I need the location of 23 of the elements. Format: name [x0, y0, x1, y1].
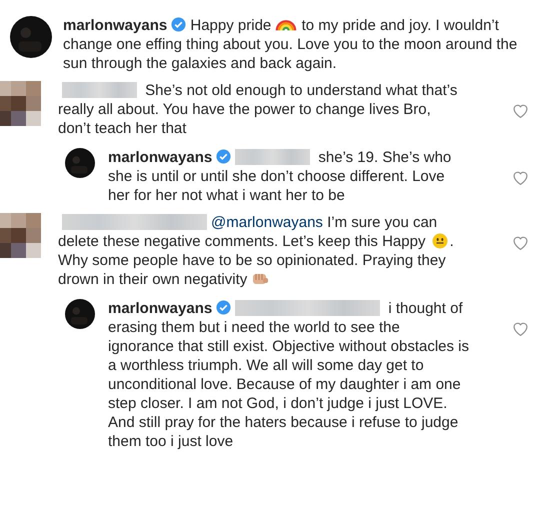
- mention-link[interactable]: @marlonwayans: [211, 214, 323, 231]
- heart-icon[interactable]: [512, 103, 529, 119]
- smiley-icon: [432, 233, 448, 249]
- avatar[interactable]: [65, 299, 95, 329]
- avatar[interactable]: [0, 81, 41, 126]
- username-link[interactable]: marlonwayans: [108, 149, 212, 166]
- verified-badge-icon: [171, 17, 186, 32]
- avatar[interactable]: [65, 148, 95, 178]
- comment-text: @marlonwayans I’m sure you can delete these negative comments. Let’s keep this Happy . Why some people have to be so opinionated. Praying they drown in their own negativity: [58, 213, 455, 289]
- avatar[interactable]: [10, 16, 52, 58]
- comment-text: marlonwayans i thought of erasing them but i need the world to see the ignorance that still exist. Objective without obstacles is a worthless triumph. We all will some day get to unconditional love. Because of my daughter i am one step closer. I am not God, i don’t judge i just LOVE. And still pray for the haters because i refuse to judge them too i just love: [108, 299, 470, 451]
- heart-icon[interactable]: [512, 235, 529, 251]
- avatar[interactable]: [0, 213, 41, 258]
- comment-text: marlonwayans she’s 19. She’s who she is until or until she don’t choose different. Love her for her not what i want her to be: [108, 148, 452, 205]
- verified-badge-icon: [216, 149, 232, 164]
- username-link[interactable]: marlonwayans: [108, 300, 212, 317]
- username-link[interactable]: marlonwayans: [63, 17, 168, 34]
- heart-icon[interactable]: [512, 321, 529, 337]
- comment-text: She’s not old enough to understand what that’s really all about. You have the power to change lives Bro, don’t teach her that: [58, 81, 458, 138]
- comment-text: marlonwayans Happy pride to my pride and joy. I wouldn’t change one effing thing about you. Love you to the moon around the sun through the galaxies and back again.: [63, 16, 518, 73]
- verified-badge-icon: [216, 300, 232, 315]
- heart-icon[interactable]: [512, 170, 529, 186]
- fist-icon: [251, 271, 270, 287]
